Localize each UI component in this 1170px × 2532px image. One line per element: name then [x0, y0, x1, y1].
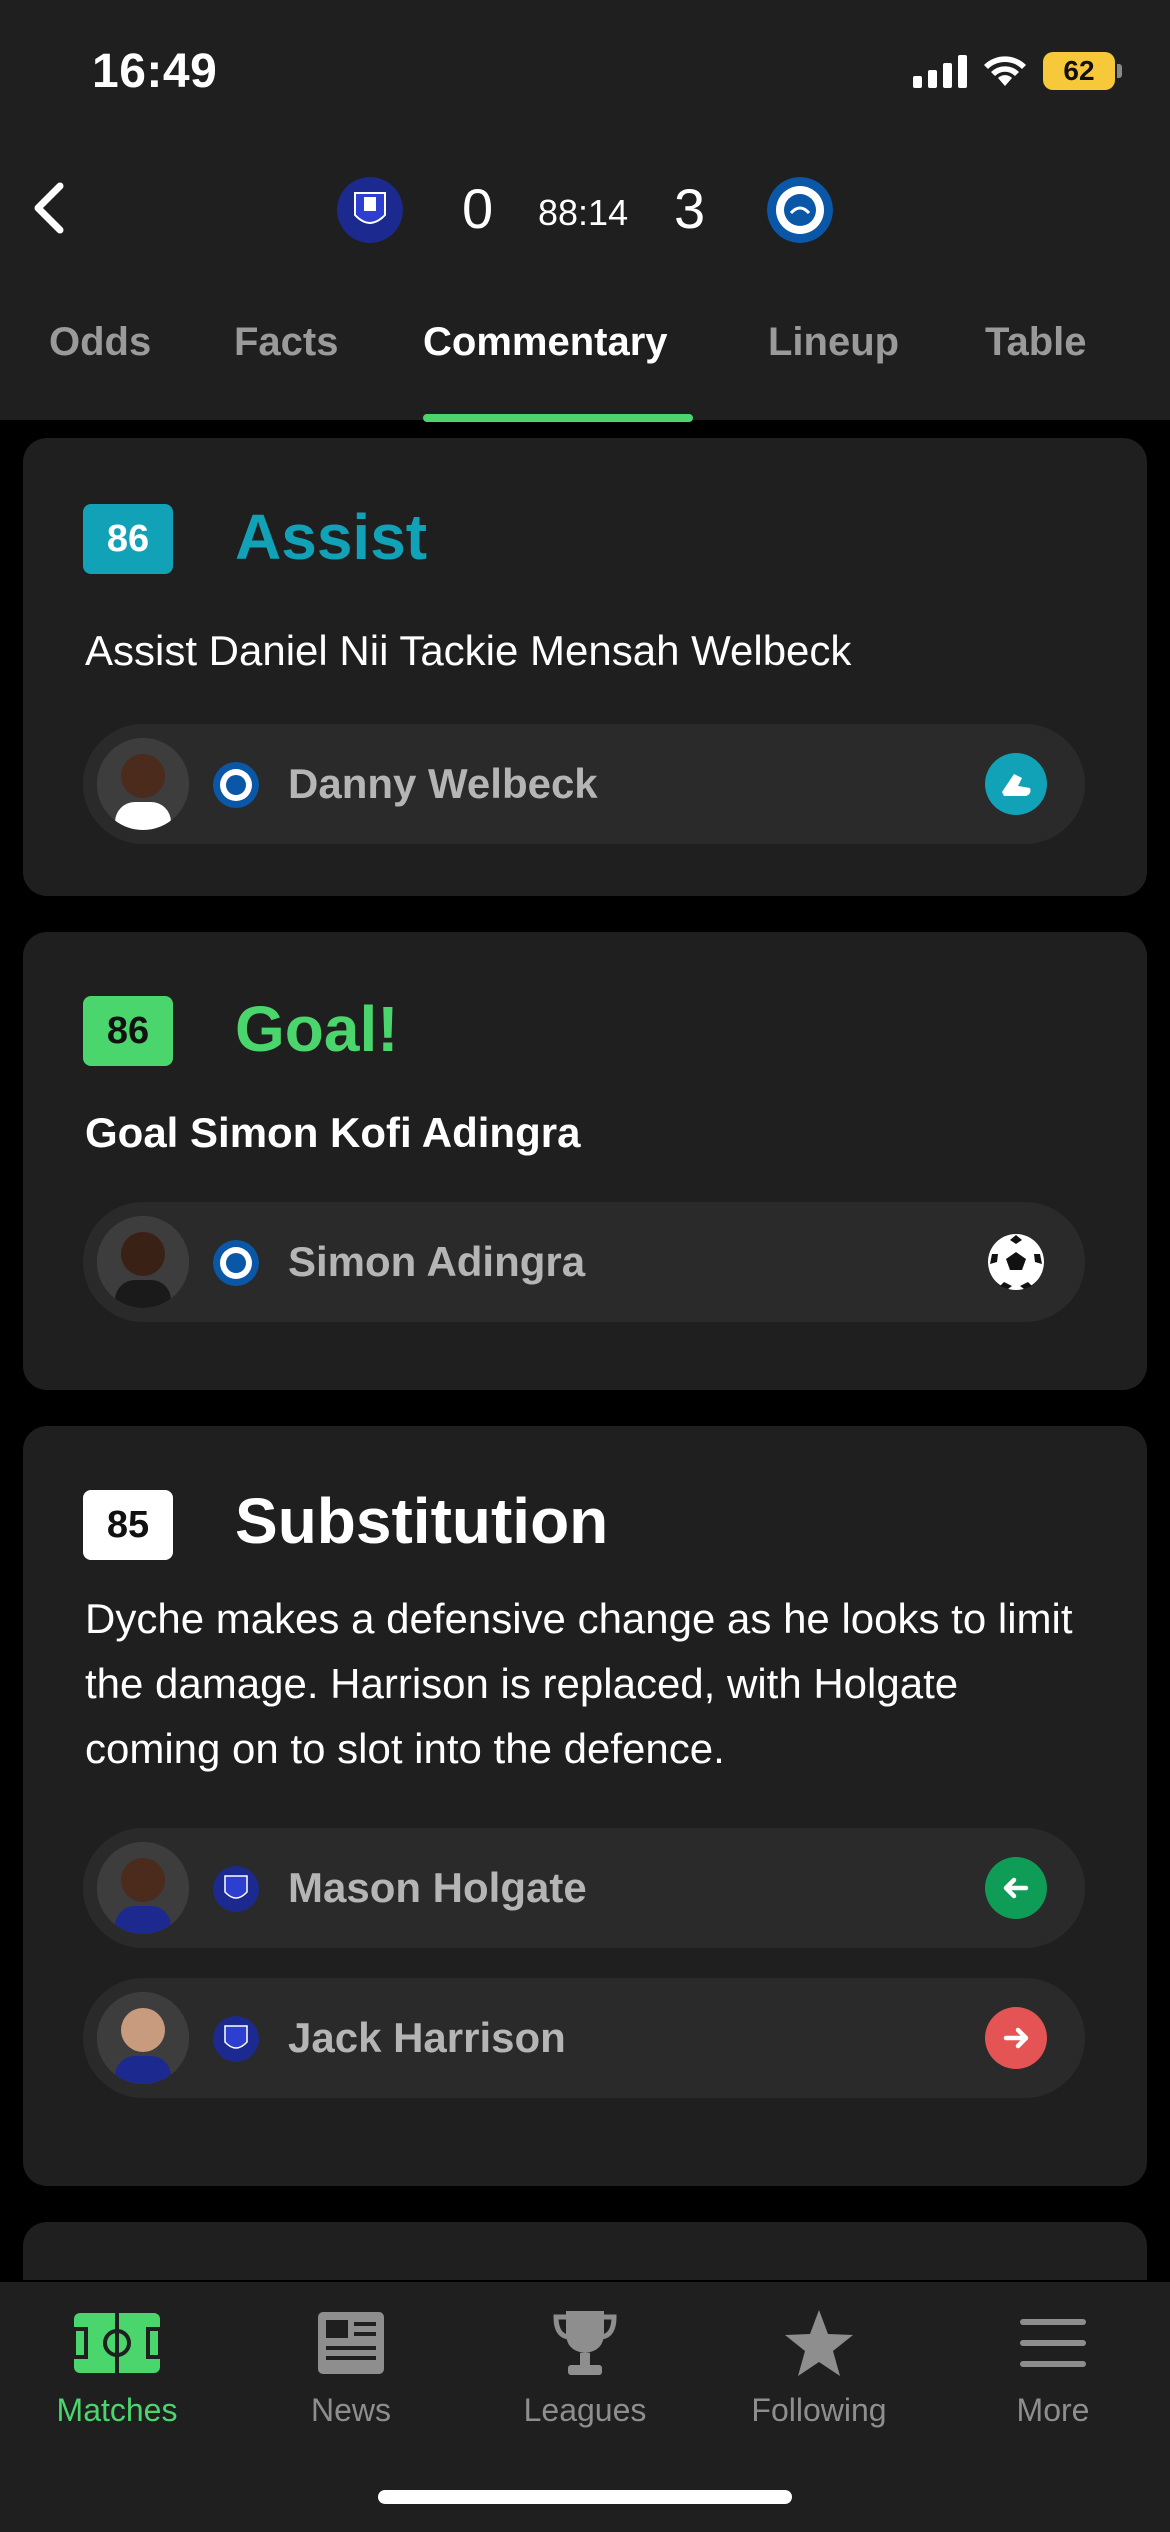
status-icons: 62: [913, 52, 1122, 90]
nav-news[interactable]: News: [234, 2282, 468, 2482]
sub-in-icon: [985, 1857, 1047, 1919]
match-clock: 88:14: [538, 192, 629, 233]
player-row-sub-in[interactable]: Mason Holgate: [83, 1828, 1085, 1948]
status-time: 16:49: [92, 45, 218, 98]
sub-out-icon: [985, 2007, 1047, 2069]
player-avatar: [97, 1842, 189, 1934]
player-row[interactable]: Simon Adingra: [83, 1202, 1085, 1322]
commentary-card-next: [23, 2222, 1147, 2280]
minute-badge: 86: [83, 996, 173, 1066]
nav-label: Leagues: [523, 2392, 647, 2428]
tab-facts[interactable]: Facts: [234, 320, 339, 365]
tab-lineup[interactable]: Lineup: [768, 320, 899, 365]
event-text: Assist Daniel Nii Tackie Mensah Welbeck: [85, 627, 852, 674]
trophy-icon: [540, 2308, 630, 2378]
status-bar: 16:49 62: [0, 0, 1170, 150]
event-text: Goal Simon Kofi Adingra: [85, 1109, 581, 1156]
tab-table[interactable]: Table: [985, 320, 1087, 365]
player-row-sub-out[interactable]: Jack Harrison: [83, 1978, 1085, 2098]
home-score: 0: [462, 177, 494, 240]
top-bar: 16:49 62 0 88:14 3 Odds Facts Commentary…: [0, 0, 1170, 422]
ball-icon: [985, 1231, 1047, 1293]
away-score: 3: [674, 177, 706, 240]
commentary-card-assist: 86 Assist Assist Daniel Nii Tackie Mensa…: [23, 438, 1147, 896]
commentary-card-goal: 86 Goal! Goal Simon Kofi Adingra Simon A…: [23, 932, 1147, 1390]
nav-label: Matches: [56, 2392, 178, 2428]
nav-more[interactable]: More: [936, 2282, 1170, 2482]
player-row[interactable]: Danny Welbeck: [83, 724, 1085, 844]
event-text: Dyche makes a defensive change as he loo…: [85, 1595, 1073, 1772]
wifi-icon: [984, 56, 1026, 86]
commentary-card-substitution: 85 Substitution Dyche makes a defensive …: [23, 1426, 1147, 2186]
minute-badge: 86: [83, 504, 173, 574]
event-title: Goal!: [235, 993, 399, 1065]
everton-crest-icon[interactable]: [337, 177, 403, 243]
everton-crest-icon: [213, 1866, 259, 1912]
player-name: Mason Holgate: [288, 1864, 587, 1911]
brighton-crest-icon: [213, 1240, 259, 1286]
menu-icon: [1008, 2308, 1098, 2378]
tab-odds[interactable]: Odds: [49, 320, 151, 365]
nav-following[interactable]: Following: [702, 2282, 936, 2482]
newspaper-icon: [306, 2308, 396, 2378]
battery-icon: 62: [1043, 52, 1122, 90]
home-indicator: [378, 2490, 792, 2504]
star-icon: [774, 2308, 864, 2378]
event-title: Assist: [235, 501, 428, 573]
pitch-icon: [72, 2308, 162, 2378]
boot-icon: [985, 753, 1047, 815]
player-avatar: [97, 1216, 189, 1308]
match-tabs: Odds Facts Commentary Lineup Table: [0, 290, 1170, 422]
player-name: Jack Harrison: [288, 2014, 566, 2061]
player-avatar: [97, 1992, 189, 2084]
player-avatar: [97, 738, 189, 830]
cell-signal-icon: [913, 54, 967, 88]
brighton-crest-icon: [213, 762, 259, 808]
nav-label: News: [310, 2392, 391, 2428]
nav-leagues[interactable]: Leagues: [468, 2282, 702, 2482]
nav-label: More: [1016, 2392, 1090, 2428]
nav-label: Following: [751, 2392, 887, 2428]
commentary-feed[interactable]: 86 Assist Assist Daniel Nii Tackie Mensa…: [0, 420, 1170, 2280]
brighton-crest-icon[interactable]: [767, 177, 833, 243]
battery-level: 62: [1063, 55, 1095, 86]
nav-matches[interactable]: Matches: [0, 2282, 234, 2482]
app: 16:49 62 0 88:14 3 Odds Facts Commentary…: [0, 0, 1170, 2532]
player-name: Danny Welbeck: [288, 760, 598, 807]
minute-badge: 85: [83, 1490, 173, 1560]
everton-crest-icon: [213, 2016, 259, 2062]
event-title: Substitution: [235, 1485, 609, 1557]
player-name: Simon Adingra: [288, 1238, 586, 1285]
tab-commentary[interactable]: Commentary: [423, 320, 668, 365]
match-header: 0 88:14 3: [0, 168, 1170, 248]
